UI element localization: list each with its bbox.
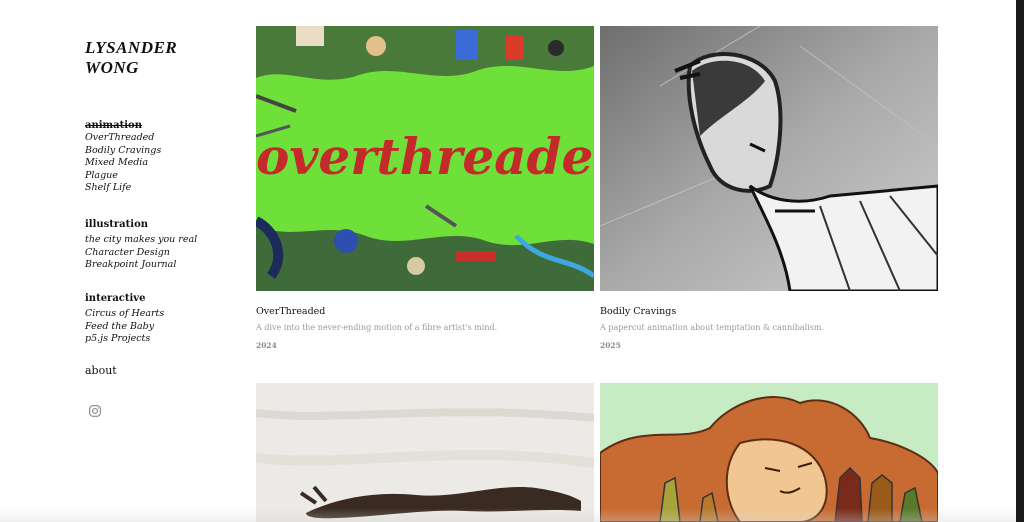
nav-link-breakpoint-journal[interactable]: Breakpoint Journal bbox=[85, 259, 197, 272]
site-title[interactable]: LYSANDER WONG bbox=[85, 38, 235, 78]
instagram-icon[interactable] bbox=[89, 402, 101, 417]
nav-link-character-design[interactable]: Character Design bbox=[85, 247, 197, 260]
nav-heading-illustration[interactable]: illustration bbox=[85, 218, 197, 231]
window-edge bbox=[1016, 0, 1024, 522]
project-thumbnail[interactable] bbox=[600, 383, 938, 522]
project-description: A dive into the never-ending motion of a… bbox=[256, 323, 498, 332]
nav-link-plague[interactable]: Plague bbox=[85, 170, 161, 183]
site-title-line2: WONG bbox=[85, 58, 139, 77]
project-year: 2025 bbox=[600, 341, 621, 350]
sidebar: LYSANDER WONG animation OverThreaded Bod… bbox=[85, 38, 235, 417]
nav-section-animation: animation OverThreaded Bodily Cravings M… bbox=[85, 119, 161, 195]
project-title[interactable]: Bodily Cravings bbox=[600, 306, 676, 317]
nav-section-illustration: illustration the city makes you real Cha… bbox=[85, 218, 197, 272]
nav-link-overthreaded[interactable]: OverThreaded bbox=[85, 132, 161, 145]
nav-link-p5js-projects[interactable]: p5.js Projects bbox=[85, 333, 164, 346]
nav-link-shelf-life[interactable]: Shelf Life bbox=[85, 182, 161, 195]
nav-link-about[interactable]: about bbox=[85, 364, 117, 377]
project-year: 2024 bbox=[256, 341, 277, 350]
page: LYSANDER WONG animation OverThreaded Bod… bbox=[0, 0, 1016, 522]
nav-link-feed-the-baby[interactable]: Feed the Baby bbox=[85, 321, 164, 334]
overthreaded-thread-text: overthreaded bbox=[256, 127, 594, 186]
nav-link-city-makes-you-real[interactable]: the city makes you real bbox=[85, 234, 197, 247]
nav-heading-animation[interactable]: animation bbox=[85, 119, 161, 132]
project-description: A papercut animation about temptation & … bbox=[600, 323, 824, 332]
project-title[interactable]: OverThreaded bbox=[256, 306, 325, 317]
project-thumbnail[interactable]: overthreaded bbox=[256, 26, 594, 291]
site-title-line1: LYSANDER bbox=[85, 38, 178, 57]
project-thumbnail[interactable] bbox=[600, 26, 938, 291]
nav-link-mixed-media[interactable]: Mixed Media bbox=[85, 157, 161, 170]
project-thumbnail[interactable] bbox=[256, 383, 594, 522]
nav-link-circus-of-hearts[interactable]: Circus of Hearts bbox=[85, 308, 164, 321]
nav-section-interactive: interactive Circus of Hearts Feed the Ba… bbox=[85, 292, 164, 346]
nav-link-bodily-cravings[interactable]: Bodily Cravings bbox=[85, 145, 161, 158]
nav-heading-interactive[interactable]: interactive bbox=[85, 292, 164, 305]
